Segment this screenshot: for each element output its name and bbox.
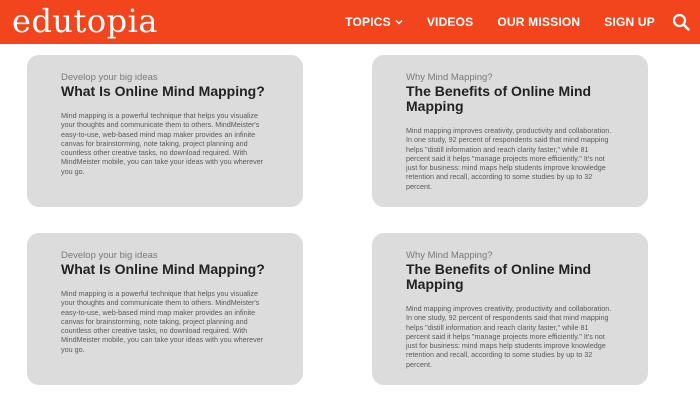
nav-topics-label: TOPICS: [345, 15, 391, 29]
card-body: Mind mapping improves creativity, produc…: [406, 304, 612, 369]
nav-topics[interactable]: TOPICS: [345, 15, 403, 29]
card-title: What Is Online Mind Mapping?: [61, 261, 265, 277]
card-body: Mind mapping improves creativity, produc…: [406, 126, 612, 191]
card-title: The Benefits of Online Mind Mapping: [406, 83, 592, 114]
card-title: What Is Online Mind Mapping?: [61, 83, 265, 99]
card-body: Mind mapping is a powerful technique tha…: [61, 111, 264, 176]
card-what-is-mind-mapping[interactable]: Develop your big ideas What Is Online Mi…: [27, 233, 303, 385]
nav-videos-label: VIDEOS: [426, 15, 474, 29]
nav-our-mission-label: OUR MISSION: [497, 15, 581, 29]
nav-sign-up-label: SIGN UP: [604, 15, 655, 29]
nav-sign-up[interactable]: SIGN UP: [604, 15, 655, 29]
card-what-is-mind-mapping[interactable]: Develop your big ideas What Is Online Mi…: [27, 55, 303, 207]
card-title: The Benefits of Online Mind Mapping: [406, 261, 592, 292]
nav-our-mission[interactable]: OUR MISSION: [497, 15, 580, 29]
chevron-down-icon: [395, 19, 403, 25]
card-kicker: Develop your big ideas: [61, 250, 158, 261]
card-benefits-of-mind-mapping[interactable]: Why Mind Mapping? The Benefits of Online…: [372, 55, 648, 207]
search-icon[interactable]: [672, 13, 690, 31]
card-kicker: Why Mind Mapping?: [406, 72, 493, 83]
card-benefits-of-mind-mapping[interactable]: Why Mind Mapping? The Benefits of Online…: [372, 233, 648, 385]
card-kicker: Why Mind Mapping?: [406, 250, 493, 261]
card-kicker: Develop your big ideas: [61, 72, 158, 83]
edutopia-logo[interactable]: edutopia: [12, 3, 158, 39]
card-body: Mind mapping is a powerful technique tha…: [61, 289, 264, 354]
main-nav: TOPICS VIDEOS OUR MISSION SIGN UP: [321, 0, 655, 44]
nav-videos[interactable]: VIDEOS: [427, 15, 474, 29]
site-header: edutopia TOPICS VIDEOS OUR MISSION SIGN …: [0, 0, 700, 44]
